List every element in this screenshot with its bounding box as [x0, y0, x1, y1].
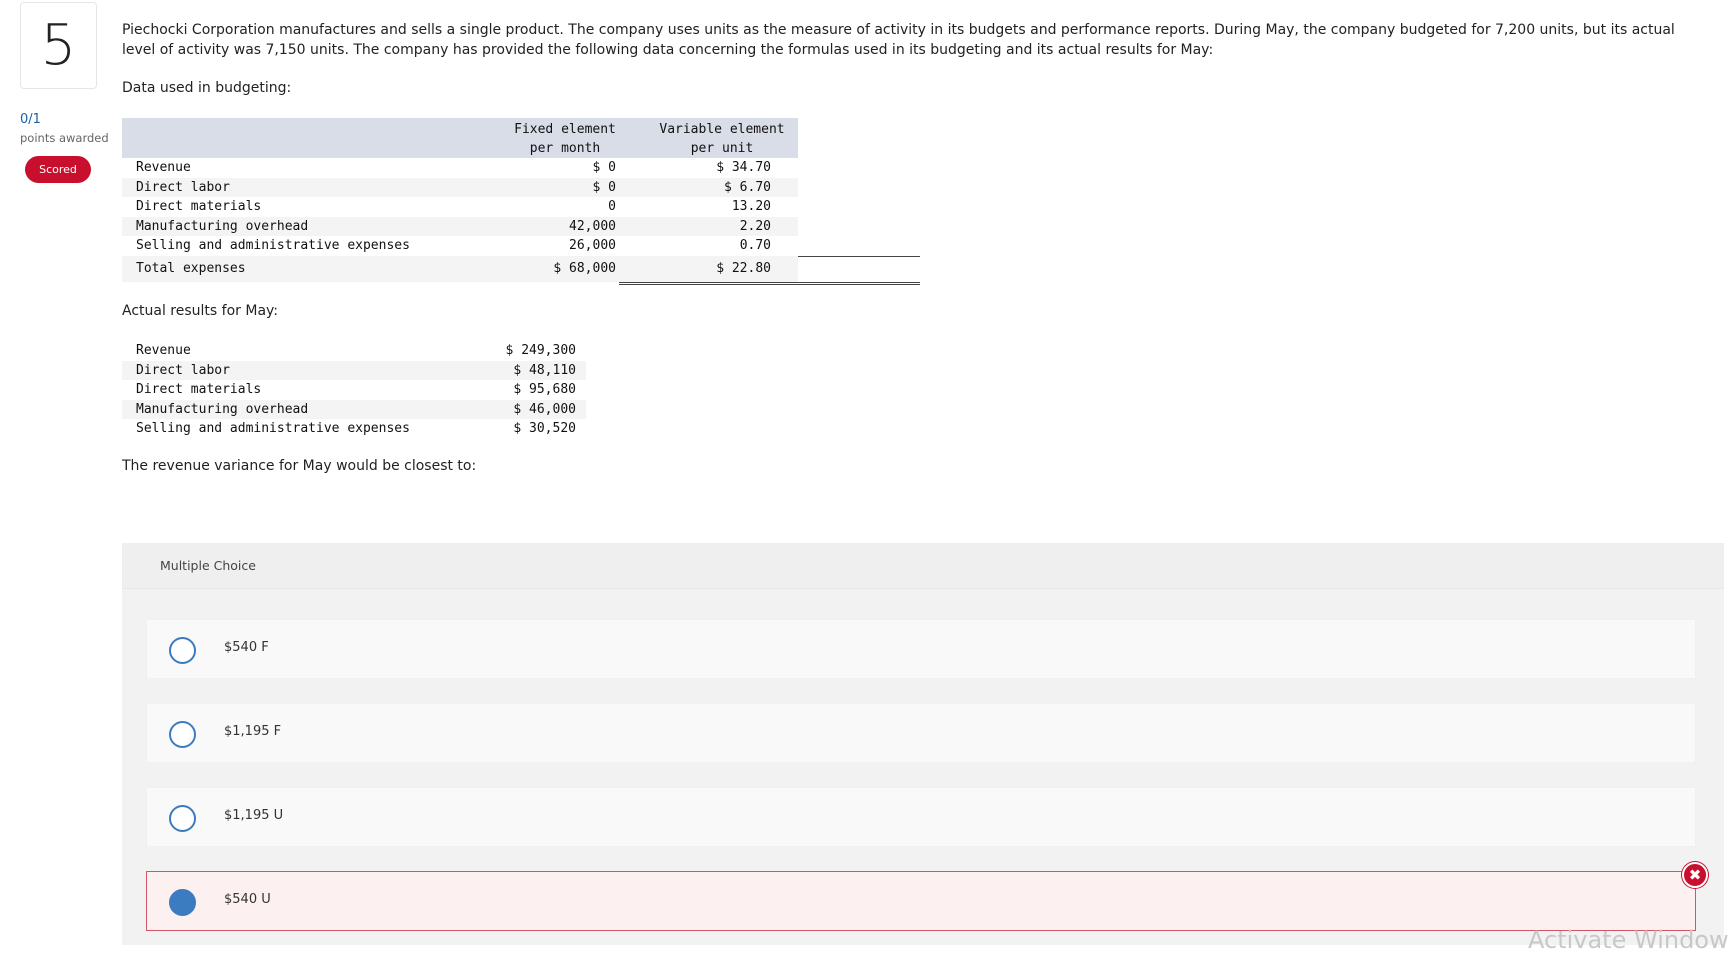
points-label: points awarded [20, 131, 109, 145]
table-row: Manufacturing overhead 42,000 2.20 [122, 216, 798, 236]
fixed-value: $ 0 [592, 179, 616, 195]
table-row: Direct labor $ 0 $ 6.70 [122, 177, 798, 197]
radio-button[interactable] [169, 721, 196, 748]
row-label: Direct labor [136, 362, 230, 378]
budget-label: Data used in budgeting: [122, 80, 292, 96]
table-row: Direct labor $ 48,110 [122, 360, 586, 380]
fixed-value: $ 0 [592, 160, 616, 175]
question-number: 5 [20, 2, 97, 89]
table-row: Selling and administrative expenses $ 30… [122, 419, 586, 439]
actual-value: $ 48,110 [513, 362, 576, 378]
radio-button[interactable] [169, 805, 196, 832]
variable-value: 13.20 [731, 199, 771, 214]
fixed-value: 42,000 [569, 218, 616, 234]
choice-option-4-selected-incorrect[interactable]: $540 U [146, 871, 1696, 931]
radio-button-selected[interactable] [169, 889, 196, 916]
choice-label: $540 U [224, 892, 271, 907]
row-label: Direct labor [136, 179, 230, 195]
total-double-rule [619, 282, 920, 285]
table-row: Direct materials $ 95,680 [122, 380, 586, 400]
variable-value: 0.70 [739, 238, 771, 253]
choice-label: $1,195 U [224, 808, 284, 823]
variable-value: $ 6.70 [724, 179, 771, 195]
points-score: 0/1 [20, 112, 41, 127]
fixed-header-line2: per month [529, 141, 601, 156]
multiple-choice-panel: Multiple Choice $540 F $1,195 F $1,195 U… [122, 543, 1724, 945]
row-label: Manufacturing overhead [136, 218, 309, 234]
question-prompt: The revenue variance for May would be cl… [122, 458, 477, 474]
fixed-total: $ 68,000 [553, 260, 616, 276]
table-row: Revenue $ 249,300 [122, 341, 586, 361]
activation-watermark: Activate Window [1528, 926, 1728, 954]
choice-option-3[interactable]: $1,195 U [146, 787, 1696, 847]
choice-option-1[interactable]: $540 F [146, 619, 1696, 679]
variable-value: 2.20 [739, 218, 771, 234]
total-row: Total expenses $ 68,000 $ 22.80 [122, 255, 798, 282]
row-label: Revenue [136, 160, 191, 175]
table-row: Selling and administrative expenses 26,0… [122, 236, 798, 256]
fixed-header-line1: Fixed element [514, 122, 616, 137]
table-row: Manufacturing overhead $ 46,000 [122, 399, 586, 419]
scored-badge: Scored [25, 156, 91, 183]
row-label: Manufacturing overhead [136, 401, 309, 417]
row-label: Direct materials [136, 199, 262, 214]
choice-option-2[interactable]: $1,195 F [146, 703, 1696, 763]
variable-header-line1: Variable element [659, 122, 785, 137]
actual-value: $ 95,680 [513, 382, 576, 397]
variable-value: $ 34.70 [716, 160, 771, 175]
choice-label: $1,195 F [224, 724, 282, 739]
row-label: Revenue [136, 343, 191, 358]
actual-value: $ 249,300 [505, 343, 576, 358]
fixed-element-header: Fixed element per month [496, 120, 634, 158]
fixed-value: 26,000 [569, 238, 616, 253]
row-label: Selling and administrative expenses [136, 421, 410, 436]
table-row: Revenue $ 0 $ 34.70 [122, 158, 798, 178]
actual-value: $ 30,520 [513, 421, 576, 436]
incorrect-x-icon: ✖ [1682, 862, 1708, 888]
row-label: Direct materials [136, 382, 262, 397]
budget-table-header: Fixed element per month Variable element… [122, 118, 798, 158]
multiple-choice-header: Multiple Choice [122, 543, 1724, 589]
actual-results-table: Revenue $ 249,300 Direct labor $ 48,110 … [122, 341, 586, 439]
table-row: Direct materials 0 13.20 [122, 197, 798, 217]
fixed-value: 0 [608, 199, 616, 214]
row-label: Selling and administrative expenses [136, 238, 410, 253]
radio-button[interactable] [169, 637, 196, 664]
choice-label: $540 F [224, 640, 269, 655]
actual-label: Actual results for May: [122, 303, 279, 319]
actual-value: $ 46,000 [513, 401, 576, 417]
row-label: Total expenses [136, 260, 246, 276]
variable-total: $ 22.80 [716, 260, 771, 276]
question-stem: Piechocki Corporation manufactures and s… [122, 22, 1675, 58]
budget-table: Fixed element per month Variable element… [122, 118, 920, 285]
multiple-choice-title: Multiple Choice [160, 558, 256, 573]
variable-header-line2: per unit [690, 141, 754, 156]
variable-element-header: Variable element per unit [647, 120, 797, 158]
